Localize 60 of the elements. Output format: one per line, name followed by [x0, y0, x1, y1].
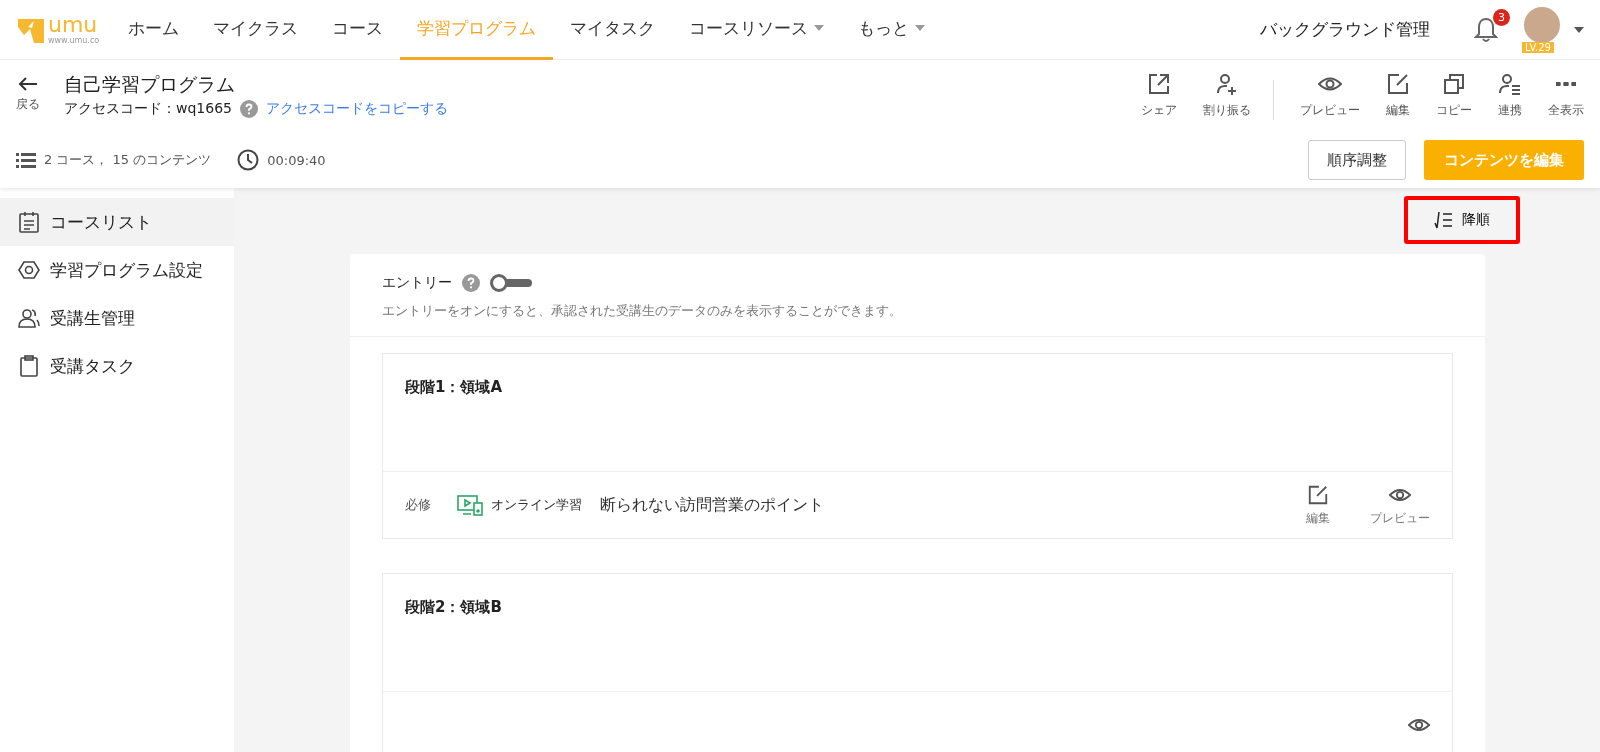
- help-icon[interactable]: [462, 274, 480, 292]
- sidebar-item[interactable]: コースリスト: [0, 198, 234, 246]
- more-icon: [1556, 82, 1576, 86]
- sort-button[interactable]: 降順: [1404, 196, 1520, 244]
- stage-title: 段階1：領域A: [383, 354, 1452, 472]
- edit-icon: [1307, 483, 1329, 506]
- reorder-button[interactable]: 順序調整: [1308, 140, 1406, 180]
- assign-action[interactable]: 割り振る: [1203, 72, 1251, 119]
- user-list-icon: [1498, 72, 1522, 96]
- admin-link[interactable]: バックグラウンド管理: [1260, 18, 1430, 41]
- stage-title: 段階2：領域B: [383, 574, 1452, 692]
- course-count: 2 コース， 15 のコンテンツ: [44, 151, 212, 169]
- sidebar-item[interactable]: 受講タスク: [0, 342, 234, 390]
- program-title: 自己学習プログラム: [64, 72, 236, 97]
- duration: 00:09:40: [267, 152, 326, 168]
- share-action[interactable]: シェア: [1141, 72, 1177, 119]
- preview-action[interactable]: プレビュー: [1300, 72, 1360, 119]
- nav-tab[interactable]: もっと: [841, 0, 943, 60]
- settings-icon: [18, 259, 40, 281]
- caret-icon[interactable]: [1574, 26, 1584, 33]
- edit-action[interactable]: 編集: [1386, 72, 1410, 119]
- back-arrow-icon: [18, 76, 38, 92]
- nav-tab[interactable]: マイタスク: [553, 0, 673, 60]
- nav-tab[interactable]: ホーム: [111, 0, 197, 60]
- list-icon: [16, 152, 36, 168]
- edit-action[interactable]: 編集: [1306, 483, 1330, 527]
- level-badge: LV.29: [1522, 41, 1554, 53]
- sidebar-item[interactable]: 学習プログラム設定: [0, 246, 234, 294]
- more-action[interactable]: 全表示: [1548, 72, 1584, 119]
- entry-toggle[interactable]: [490, 274, 532, 292]
- notification-badge: 3: [1493, 8, 1510, 26]
- bell-icon[interactable]: [1474, 16, 1498, 43]
- share-icon: [1147, 72, 1171, 96]
- logo-url: www.umu.co: [48, 36, 100, 45]
- access-code: アクセスコード：wq1665: [64, 100, 232, 118]
- back-button[interactable]: 戻る: [16, 72, 40, 113]
- required-label: 必修: [405, 496, 431, 514]
- sort-descending-icon: [1434, 211, 1454, 229]
- sidebar-item[interactable]: 受講生管理: [0, 294, 234, 342]
- help-icon[interactable]: [239, 100, 258, 118]
- logo-text: umu: [48, 14, 99, 36]
- screen-icon: [457, 494, 483, 516]
- clipboard-icon: [18, 355, 40, 377]
- clock-icon: [237, 149, 260, 171]
- users-icon: [18, 307, 40, 329]
- link-action[interactable]: 連携: [1498, 72, 1522, 119]
- entry-description: エントリーをオンにすると、承認された受講生のデータのみを表示することができます。: [382, 302, 903, 320]
- copy-action[interactable]: コピー: [1436, 72, 1472, 119]
- clipboard-list-icon: [18, 211, 40, 233]
- content-title: 断られない訪問営業のポイント: [600, 494, 824, 516]
- content-type: オンライン学習: [491, 496, 582, 514]
- entry-label: エントリー: [382, 274, 452, 292]
- add-user-icon: [1215, 72, 1239, 96]
- copy-code-link[interactable]: アクセスコードをコピーする: [265, 100, 448, 118]
- nav-tab[interactable]: コース: [315, 0, 401, 60]
- copy-icon: [1442, 72, 1466, 96]
- preview-action[interactable]: プレビュー: [1370, 483, 1430, 527]
- edit-icon: [1386, 72, 1410, 96]
- nav-tab[interactable]: コースリソース: [672, 0, 842, 60]
- nav-tab[interactable]: マイクラス: [196, 0, 316, 60]
